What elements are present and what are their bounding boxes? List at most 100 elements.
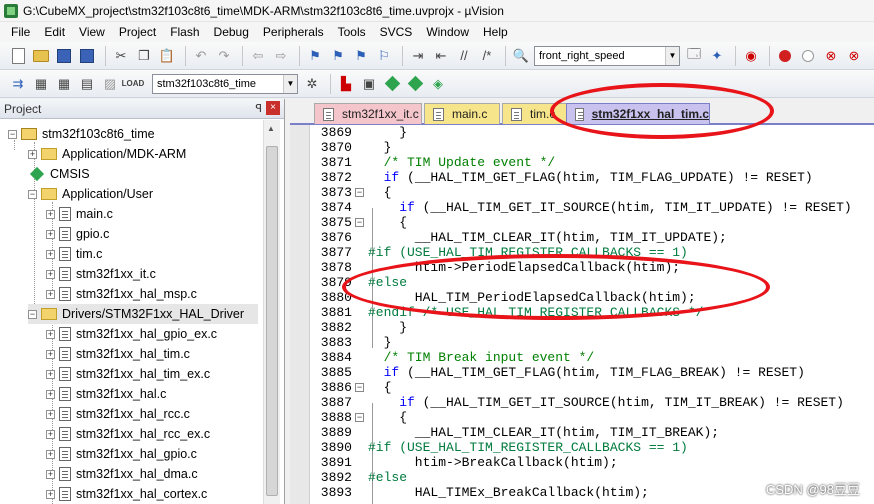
tree-group-cmsis[interactable]: CMSIS [28, 164, 90, 184]
disable-breakpoint-button[interactable] [798, 46, 818, 66]
pin-icon[interactable]: ꟼ [255, 102, 262, 115]
scrollbar-thumb[interactable] [266, 146, 278, 496]
tree-file-gpio-c[interactable]: + gpio.c [46, 224, 109, 244]
fold-collapse-icon[interactable]: − [355, 218, 364, 227]
fold-collapse-icon[interactable]: − [355, 188, 364, 197]
next-bookmark-button[interactable]: ⚑ [351, 46, 371, 66]
tree-file-stm32f1xx-hal-msp-c[interactable]: + stm32f1xx_hal_msp.c [46, 284, 197, 304]
build-button[interactable]: ▦ [31, 74, 51, 94]
target-options-button[interactable]: ✲ [302, 74, 322, 94]
code-line[interactable]: 3884 /* TIM Break input event */ [310, 350, 874, 365]
menu-peripherals[interactable]: Peripherals [256, 22, 331, 42]
expand-icon[interactable]: + [46, 469, 55, 479]
nav-back-button[interactable]: ⇦ [248, 46, 268, 66]
menu-svcs[interactable]: SVCS [373, 22, 420, 42]
expand-icon[interactable]: + [46, 209, 55, 219]
translate-button[interactable]: ⇉ [8, 74, 28, 94]
code-line[interactable]: 3874 if (__HAL_TIM_GET_IT_SOURCE(htim, T… [310, 200, 874, 215]
breakpoint-gutter[interactable] [290, 125, 310, 504]
undo-button[interactable]: ↶ [191, 46, 211, 66]
menu-view[interactable]: View [72, 22, 112, 42]
tree-group-application-user[interactable]: − Application/User [28, 184, 153, 204]
manage-rte-button[interactable] [382, 74, 402, 94]
incremental-find-button[interactable]: 🗔 [684, 46, 704, 66]
code-line[interactable]: 3890 #if (USE_HAL_TIM_REGISTER_CALLBACKS … [310, 440, 874, 455]
redo-button[interactable]: ↷ [214, 46, 234, 66]
code-line[interactable]: 3887 if (__HAL_TIM_GET_IT_SOURCE(htim, T… [310, 395, 874, 410]
expand-icon[interactable]: + [46, 369, 55, 379]
select-packs-button[interactable]: ◈ [428, 74, 448, 94]
tree-file-tim-c[interactable]: + tim.c [46, 244, 102, 264]
code-line[interactable]: 3871 /* TIM Update event */ [310, 155, 874, 170]
fold-marker[interactable]: − [352, 185, 366, 200]
code-line[interactable]: 3876 __HAL_TIM_CLEAR_IT(htim, TIM_IT_UPD… [310, 230, 874, 245]
tree-file-hal-dma-c[interactable]: + stm32f1xx_hal_dma.c [46, 464, 198, 484]
chevron-down-icon[interactable]: ▼ [665, 46, 679, 65]
tree-file-hal-tim-c[interactable]: + stm32f1xx_hal_tim.c [46, 344, 190, 364]
batch-build-button[interactable]: ▤ [77, 74, 97, 94]
code-editor[interactable]: 3869 } 3870 } 3871 /* TIM Update event */3… [290, 125, 874, 504]
expand-icon[interactable]: + [46, 409, 55, 419]
kill-breakpoints-button[interactable]: ⊗ [821, 46, 841, 66]
tree-file-hal-gpio-c[interactable]: + stm32f1xx_hal_gpio.c [46, 444, 197, 464]
fold-marker[interactable]: − [352, 380, 366, 395]
code-line[interactable]: 3872 if (__HAL_TIM_GET_FLAG(htim, TIM_FL… [310, 170, 874, 185]
find-combo[interactable]: front_right_speed ▼ [534, 45, 680, 66]
code-line[interactable]: 3883 } [310, 335, 874, 350]
tree-file-main-c[interactable]: + main.c [46, 204, 113, 224]
code-line[interactable]: 3881 #endif /* USE_HAL_TIM_REGISTER_CALLB… [310, 305, 874, 320]
code-line[interactable]: 3882 } [310, 320, 874, 335]
browse-button[interactable]: ✦ [707, 46, 727, 66]
expand-icon[interactable]: + [46, 229, 55, 239]
expand-icon[interactable]: + [46, 329, 55, 339]
expand-icon[interactable]: + [28, 149, 37, 159]
menu-flash[interactable]: Flash [163, 22, 206, 42]
save-button[interactable] [54, 46, 74, 66]
menu-file[interactable]: File [4, 22, 37, 42]
menu-edit[interactable]: Edit [37, 22, 72, 42]
debug-session-button[interactable]: ◉ [741, 46, 761, 66]
stop-build-button[interactable]: ▨ [100, 74, 120, 94]
menu-debug[interactable]: Debug [207, 22, 256, 42]
code-line[interactable]: 3885 if (__HAL_TIM_GET_FLAG(htim, TIM_FL… [310, 365, 874, 380]
nav-forward-button[interactable]: ⇨ [271, 46, 291, 66]
cut-button[interactable]: ✂ [111, 46, 131, 66]
code-line[interactable]: 3878 htim->PeriodElapsedCallback(htim); [310, 260, 874, 275]
new-file-button[interactable] [8, 46, 28, 66]
menu-help[interactable]: Help [476, 22, 515, 42]
open-file-button[interactable] [31, 46, 51, 66]
expand-icon[interactable]: + [46, 269, 55, 279]
project-scrollbar[interactable]: ▲ [263, 120, 280, 504]
comment-button[interactable]: // [454, 46, 474, 66]
code-line[interactable]: 3870 } [310, 140, 874, 155]
code-line[interactable]: 3875− { [310, 215, 874, 230]
collapse-icon[interactable]: − [28, 309, 37, 319]
expand-icon[interactable]: + [46, 289, 55, 299]
tree-file-hal-rcc-c[interactable]: + stm32f1xx_hal_rcc.c [46, 404, 190, 424]
manage-components-button[interactable]: ▙ [336, 74, 356, 94]
tree-file-stm32f1xx-it-c[interactable]: + stm32f1xx_it.c [46, 264, 156, 284]
bookmark-button[interactable]: ⚑ [305, 46, 325, 66]
tab-main-c[interactable]: main.c [424, 103, 500, 124]
chevron-down-icon[interactable]: ▼ [283, 74, 297, 93]
tree-group-drivers-hal[interactable]: − Drivers/STM32F1xx_HAL_Driver [28, 304, 258, 324]
prev-bookmark-button[interactable]: ⚑ [328, 46, 348, 66]
uncomment-button[interactable]: /* [477, 46, 497, 66]
file-extensions-button[interactable]: ▣ [359, 74, 379, 94]
expand-icon[interactable]: + [46, 489, 55, 499]
fold-collapse-icon[interactable]: − [355, 383, 364, 392]
tree-file-hal-gpio-ex-c[interactable]: + stm32f1xx_hal_gpio_ex.c [46, 324, 217, 344]
code-line[interactable]: 3873− { [310, 185, 874, 200]
target-combo[interactable]: stm32f103c8t6_time ▼ [152, 73, 298, 94]
kill-all-breakpoints-button[interactable]: ⊗ [844, 46, 864, 66]
insert-breakpoint-button[interactable] [775, 46, 795, 66]
fold-marker[interactable]: − [352, 410, 366, 425]
tree-file-hal-tim-ex-c[interactable]: + stm32f1xx_hal_tim_ex.c [46, 364, 210, 384]
menu-tools[interactable]: Tools [331, 22, 373, 42]
tab-stm32f1xx-hal-tim-c[interactable]: stm32f1xx_hal_tim.c [566, 103, 710, 124]
expand-icon[interactable]: + [46, 429, 55, 439]
code-line[interactable]: 3880 HAL_TIM_PeriodElapsedCallback(htim)… [310, 290, 874, 305]
fold-collapse-icon[interactable]: − [355, 413, 364, 422]
code-line[interactable]: 3891 htim->BreakCallback(htim); [310, 455, 874, 470]
expand-icon[interactable]: + [46, 249, 55, 259]
